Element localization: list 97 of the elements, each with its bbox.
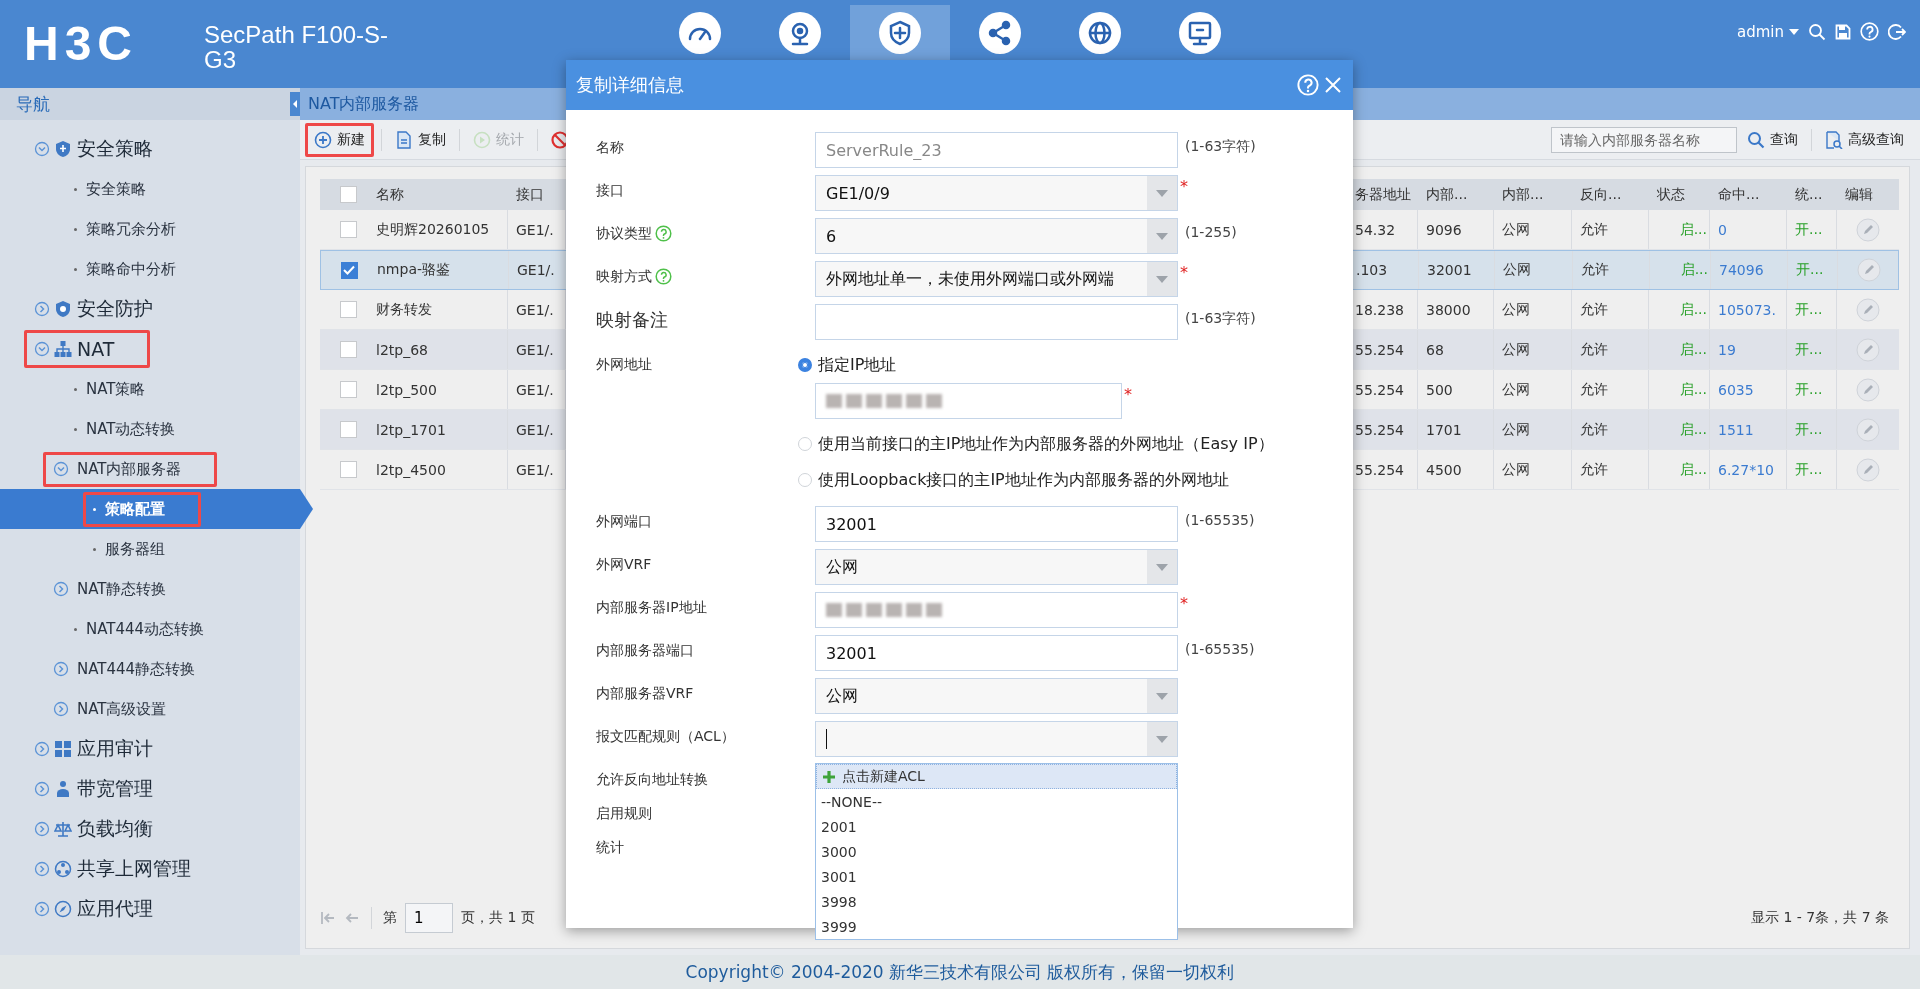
field-label: 报文匹配规则（ACL） (596, 728, 735, 746)
field-label: 映射方式 (596, 268, 652, 286)
table-cell: l2tp_4500 (368, 450, 508, 489)
column-header: 反向... (1580, 185, 1622, 204)
table-cell: 史明辉20260105 (368, 210, 508, 249)
table-cell: 32001 (1419, 251, 1495, 289)
table-cell: 启... (1650, 251, 1711, 289)
required-mark: * (1180, 594, 1188, 613)
table-cell: 启... (1649, 370, 1710, 409)
column-header: 统... (1795, 185, 1823, 204)
table-cell: 19 (1710, 330, 1787, 369)
pager-label: 第 (383, 909, 397, 927)
table-cell: 开... (1787, 330, 1837, 369)
table-cell: 1511 (1710, 410, 1787, 449)
table-cell: 105073. (1710, 290, 1787, 329)
table-cell: nmpa-骆鉴 (369, 251, 509, 289)
table-cell: 68 (1418, 330, 1494, 369)
table-cell: 公网 (1494, 210, 1572, 249)
table-cell: 公网 (1495, 251, 1573, 289)
column-header: 编辑 (1845, 185, 1873, 204)
table-cell: 公网 (1494, 450, 1572, 489)
table-cell: 6035 (1710, 370, 1787, 409)
field-label: 启用规则 (596, 805, 652, 823)
table-cell: 开... (1787, 290, 1837, 329)
table-cell: 开... (1788, 251, 1838, 289)
table-cell: 54.32 (1355, 210, 1418, 249)
table-cell: .103 (1356, 251, 1419, 289)
table-cell: 公网 (1494, 370, 1572, 409)
field-label: 允许反向地址转换 (596, 771, 708, 789)
table-cell: 1701 (1418, 410, 1494, 449)
field-label: 统计 (596, 839, 624, 857)
table-cell: 500 (1418, 370, 1494, 409)
field-hint: (1-255) (1185, 224, 1237, 240)
table-cell: 公网 (1494, 410, 1572, 449)
table-cell: 财务转发 (368, 290, 508, 329)
table-cell: 允许 (1572, 330, 1649, 369)
column-header: 状态 (1657, 185, 1685, 204)
table-cell: 4500 (1418, 450, 1494, 489)
table-cell: 允许 (1572, 450, 1649, 489)
table-cell: 55.254 (1355, 410, 1418, 449)
pager-label: 页，共 1 页 (461, 909, 535, 927)
table-cell: l2tp_1701 (368, 410, 508, 449)
table-cell: 允许 (1572, 210, 1649, 249)
table-cell: 启... (1649, 210, 1710, 249)
table-cell: 74096 (1711, 251, 1788, 289)
column-header: 内部... (1426, 185, 1468, 204)
table-cell: 55.254 (1355, 330, 1418, 369)
table-cell: 55.254 (1355, 370, 1418, 409)
field-label: 外网端口 (596, 513, 652, 531)
table-cell: 公网 (1494, 330, 1572, 369)
pager-summary: 显示 1 - 7条，共 7 条 (1750, 909, 1889, 927)
table-cell: 启... (1649, 410, 1710, 449)
table-cell: 开... (1787, 450, 1837, 489)
field-label: 接口 (596, 182, 624, 200)
table-cell: l2tp_68 (368, 330, 508, 369)
field-hint: (1-65535) (1185, 512, 1255, 528)
field-label: 名称 (596, 139, 624, 157)
table-cell: 0 (1710, 210, 1787, 249)
logo: H3C (24, 20, 140, 68)
column-header: 名称 (376, 185, 404, 204)
table-cell: 开... (1787, 410, 1837, 449)
field-label: 内部服务器端口 (596, 642, 694, 660)
table-cell: 启... (1649, 290, 1710, 329)
table-cell: 启... (1649, 330, 1710, 369)
table-cell: 允许 (1572, 410, 1649, 449)
column-header: 内部... (1502, 185, 1544, 204)
field-label: 内部服务器VRF (596, 685, 694, 703)
field-label: 外网VRF (596, 556, 652, 574)
table-cell: 公网 (1494, 290, 1572, 329)
table-cell: 18.238 (1355, 290, 1418, 329)
field-label: 内部服务器IP地址 (596, 599, 707, 617)
table-cell: 9096 (1418, 210, 1494, 249)
column-header: 接口 (516, 185, 544, 204)
table-cell: 开... (1787, 370, 1837, 409)
required-mark: * (1124, 385, 1132, 404)
field-hint: (1-63字符) (1185, 138, 1256, 156)
field-label: 外网地址 (596, 356, 652, 374)
required-mark: * (1180, 263, 1188, 282)
table-cell: 开... (1787, 210, 1837, 249)
required-mark: * (1180, 177, 1188, 196)
column-header: 务器地址 (1355, 185, 1411, 204)
table-cell: 启... (1649, 450, 1710, 489)
copyright-text: Copyright© 2004-2020 新华三技术有限公司 版权所有，保留一切权利 (685, 960, 1235, 984)
field-label: 映射备注 (596, 308, 668, 332)
table-cell: 允许 (1573, 251, 1650, 289)
table-cell: 55.254 (1355, 450, 1418, 489)
field-hint: (1-65535) (1185, 641, 1255, 657)
table-cell: 允许 (1572, 370, 1649, 409)
table-cell: 6.27*10 (1710, 450, 1787, 489)
nav-title: 导航 (16, 92, 51, 116)
table-cell: 38000 (1418, 290, 1494, 329)
table-cell: 允许 (1572, 290, 1649, 329)
table-cell: l2tp_500 (368, 370, 508, 409)
field-hint: (1-63字符) (1185, 310, 1256, 328)
column-header: 命中... (1718, 185, 1760, 204)
product-name: SecPath F100-S-G3 (204, 20, 390, 72)
field-label: 协议类型 (596, 225, 652, 243)
